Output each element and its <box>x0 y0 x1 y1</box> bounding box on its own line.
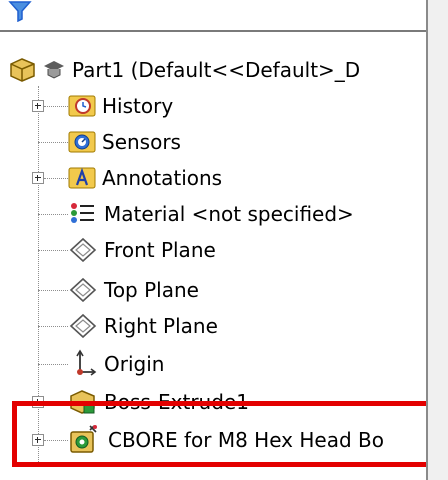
tree-item-label: Material <not specified> <box>104 202 354 226</box>
feature-manager-panel: Part1 (Default<<Default>_D History Senso… <box>0 0 426 480</box>
tree-item-label: Origin <box>104 352 165 376</box>
tree-item-boss-extrude1[interactable]: Boss-Extrude1 <box>0 384 426 420</box>
plane-icon <box>69 313 97 338</box>
expand-icon[interactable] <box>32 434 44 446</box>
tree-item-annotations[interactable]: Annotations <box>0 160 426 196</box>
tree-item-cbore-m8[interactable]: CBORE for M8 Hex Head Bo <box>0 422 426 458</box>
vertical-scrollbar[interactable] <box>428 0 448 480</box>
tree-item-label: Part1 (Default<<Default>_D <box>72 58 361 82</box>
plane-icon <box>69 277 97 302</box>
tree-item-right-plane[interactable]: Right Plane <box>0 308 426 344</box>
tree-item-label: CBORE for M8 Hex Head Bo <box>108 428 384 452</box>
tree-item-label: Top Plane <box>104 278 199 302</box>
expand-icon[interactable] <box>32 172 44 184</box>
tree-item-sensors[interactable]: Sensors <box>0 124 426 160</box>
part-icon <box>10 58 35 82</box>
tree-item-label: Annotations <box>102 166 223 190</box>
tree-item-label: Right Plane <box>104 314 218 338</box>
display-state-icon <box>44 61 64 79</box>
tree-item-origin[interactable]: Origin <box>0 346 426 382</box>
filter-bar <box>0 0 426 32</box>
tree-item-history[interactable]: History <box>0 88 426 124</box>
tree-item-top-plane[interactable]: Top Plane <box>0 272 426 308</box>
history-folder-icon <box>68 95 96 117</box>
sensors-folder-icon <box>68 131 96 153</box>
extrude-feature-icon <box>70 390 95 414</box>
origin-icon <box>76 349 97 376</box>
filter-icon[interactable] <box>6 0 34 22</box>
hole-wizard-feature-icon <box>70 425 97 453</box>
material-icon <box>71 203 94 223</box>
plane-icon <box>69 237 97 262</box>
expand-icon[interactable] <box>32 396 44 408</box>
tree-item-label: Sensors <box>102 130 181 154</box>
expand-icon[interactable] <box>32 100 44 112</box>
annotations-folder-icon <box>68 167 96 189</box>
tree-item-label: Boss-Extrude1 <box>104 390 249 414</box>
tree-item-part1[interactable]: Part1 (Default<<Default>_D <box>0 52 426 88</box>
tree-item-material[interactable]: Material <not specified> <box>0 196 426 232</box>
tree-item-front-plane[interactable]: Front Plane <box>0 232 426 268</box>
tree-item-label: History <box>102 94 174 118</box>
tree-item-label: Front Plane <box>104 238 216 262</box>
